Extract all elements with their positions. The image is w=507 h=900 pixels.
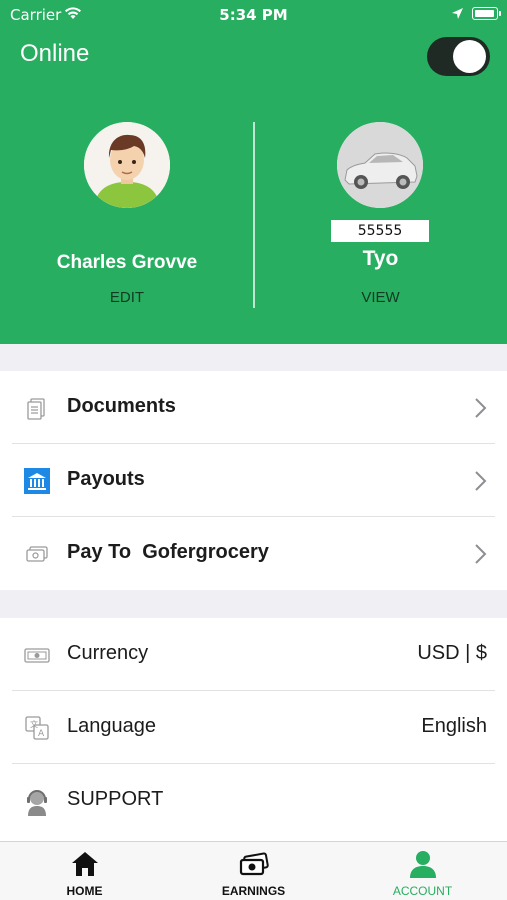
online-status-title: Online [20, 40, 90, 67]
pay-to-row[interactable]: Pay To Gofergrocery [0, 517, 507, 590]
license-plate: 55555 [331, 220, 429, 242]
header-divider [253, 122, 255, 308]
svg-text:A: A [38, 729, 45, 739]
support-row[interactable]: SUPPORT [0, 764, 507, 837]
tab-home-label: HOME [66, 884, 103, 898]
account-menu: Documents Payouts Pay To Gofergrocery [0, 371, 507, 590]
toggle-knob [453, 40, 486, 73]
language-icon: 文A [24, 715, 50, 741]
settings-menu: Currency USD | $ 文A Language English SUP… [0, 618, 507, 841]
home-icon [69, 849, 101, 879]
support-label: SUPPORT [67, 788, 164, 810]
edit-profile-link[interactable]: EDIT [0, 289, 254, 306]
language-label: Language [67, 715, 156, 737]
online-toggle[interactable] [427, 37, 490, 76]
account-icon [407, 849, 439, 879]
earnings-icon [238, 849, 270, 879]
clock: 5:34 PM [219, 6, 288, 24]
payouts-row[interactable]: Payouts [0, 444, 507, 517]
language-row[interactable]: 文A Language English [0, 691, 507, 764]
payouts-label: Payouts [67, 468, 145, 490]
documents-icon [24, 395, 50, 421]
tab-earnings-label: EARNINGS [221, 884, 286, 898]
driver-name: Charles Grovve [56, 252, 198, 273]
profile-header: Carrier 5:34 PM Online Charles Grovve ED… [0, 0, 507, 344]
tab-bar: HOME EARNINGS ACCOUNT [0, 841, 507, 900]
currency-label: Currency [67, 642, 149, 664]
chevron-right-icon [470, 543, 490, 565]
documents-label: Documents [67, 395, 176, 417]
vehicle-image[interactable] [337, 122, 423, 208]
chevron-right-icon [470, 470, 490, 492]
tab-account-label: ACCOUNT [392, 884, 453, 898]
svg-text:文: 文 [30, 719, 38, 729]
chevron-right-icon [470, 397, 490, 419]
tab-account[interactable]: ACCOUNT [338, 842, 507, 900]
currency-row[interactable]: Currency USD | $ [0, 618, 507, 691]
battery-icon [472, 7, 501, 20]
status-bar: Carrier 5:34 PM [0, 0, 507, 30]
tab-earnings[interactable]: EARNINGS [169, 842, 338, 900]
currency-icon [24, 642, 50, 668]
documents-row[interactable]: Documents [0, 371, 507, 444]
bank-icon [24, 468, 50, 494]
support-icon [24, 788, 50, 816]
cash-icon [24, 541, 50, 567]
driver-avatar[interactable] [84, 122, 170, 208]
vehicle-name: Tyo [362, 247, 399, 270]
view-vehicle-link[interactable]: VIEW [254, 289, 507, 306]
location-arrow-icon [451, 6, 464, 24]
pay-to-label: Pay To Gofergrocery [67, 541, 269, 563]
currency-value: USD | $ [417, 642, 487, 664]
language-value: English [421, 715, 487, 737]
tab-home[interactable]: HOME [0, 842, 169, 900]
